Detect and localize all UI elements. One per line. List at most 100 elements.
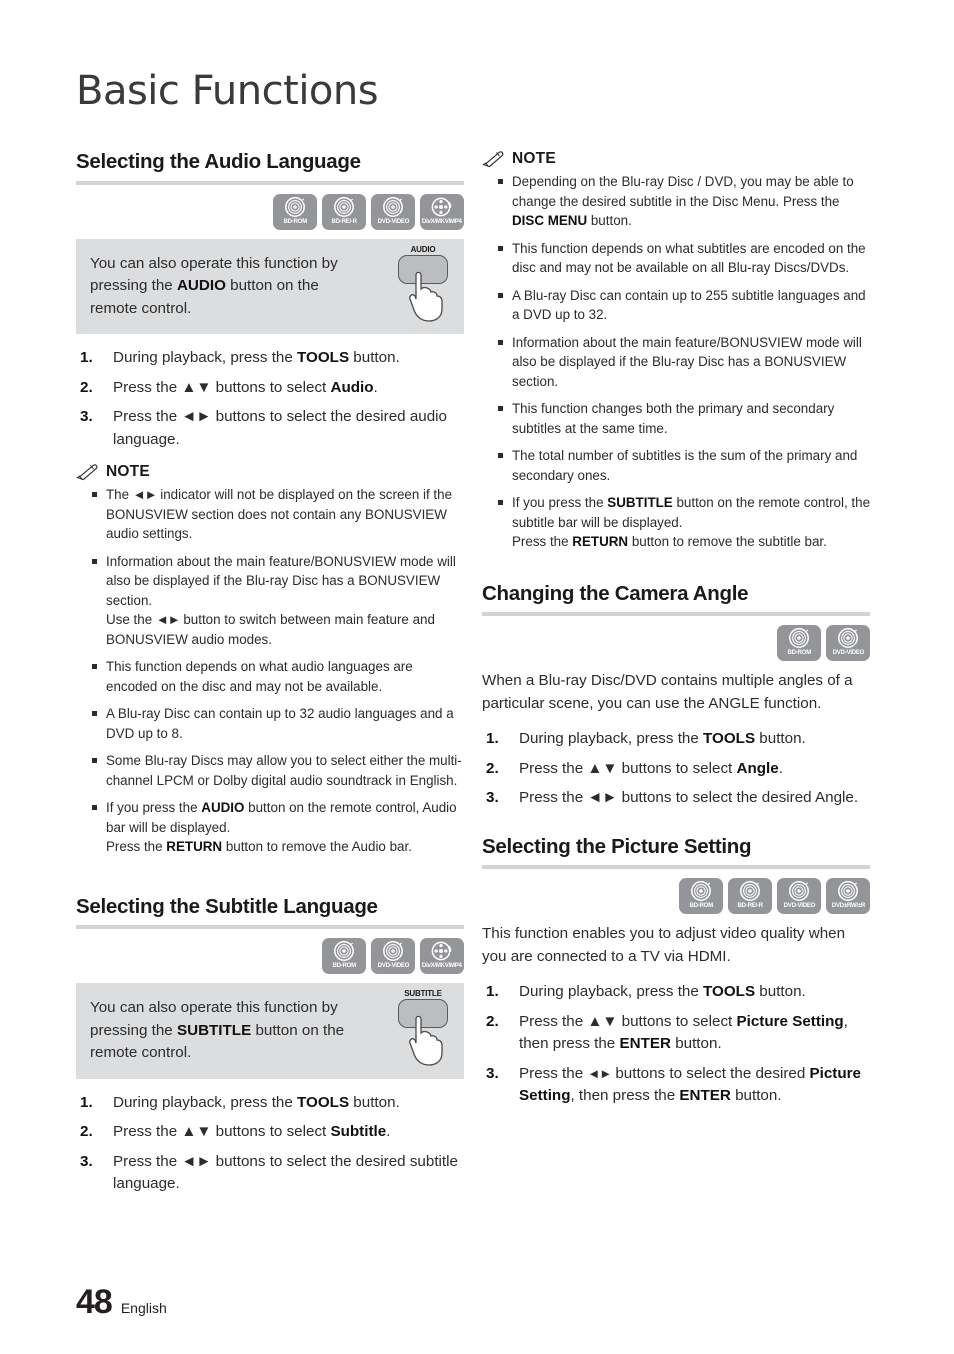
disc-icon-row-subtitle: BD-ROM DVD-VIDEO DivX/MKV/MP4 — [76, 938, 464, 975]
disc-icon-label: DVD-VIDEO — [377, 217, 409, 225]
page-number: 48 — [76, 1283, 113, 1321]
disc-icon-label: DVD-VIDEO — [783, 902, 815, 910]
step-item: 2. Press the ▲▼ buttons to select Angle. — [486, 759, 783, 777]
step-item: 1. During playback, press the TOOLS butto… — [486, 730, 806, 748]
note-label: NOTE — [512, 150, 556, 167]
note-item: The ◄► indicator will not be displayed o… — [76, 485, 464, 544]
disc-icon-label: DVD-VIDEO — [832, 649, 864, 657]
section-intro-picture: This function enables you to adjust vide… — [482, 925, 846, 965]
manual-page: Basic Functions Selecting the Audio Lang… — [0, 0, 954, 1354]
pressing-hand-icon — [409, 1015, 443, 1066]
disc-icon-bd-rom: BD-ROM — [322, 938, 366, 975]
disc-icon-bd-rom: BD-ROM — [777, 625, 821, 662]
disc-icon — [837, 880, 859, 902]
disc-icon — [739, 880, 761, 902]
section-picture-setting: Selecting the Picture Setting BD-ROM BD-… — [482, 835, 870, 1108]
step-item: 1. During playback, press the TOOLS butto… — [80, 349, 400, 367]
disc-icon-row-picture: BD-ROM BD-RE/-R DVD-VIDEO DVD±RW/±R — [482, 878, 870, 915]
note-block-subtitle: NOTE Depending on the Blu-ray Disc / DVD… — [482, 150, 870, 552]
note-item: This function depends on what audio lang… — [76, 657, 464, 696]
film-reel-icon — [431, 196, 453, 218]
section-subtitle-language: Selecting the Subtitle Language BD-ROM D… — [76, 895, 464, 1196]
note-item: Information about the main feature/BONUS… — [76, 552, 464, 650]
disc-icon-dvd-rw-r: DVD±RW/±R — [826, 878, 870, 915]
pressing-hand-icon — [409, 271, 443, 322]
note-item: Information about the main feature/BONUS… — [482, 333, 870, 392]
disc-icon-label: DivX/MKV/MP4 — [422, 217, 462, 225]
steps-subtitle: 1. During playback, press the TOOLS butto… — [76, 1092, 464, 1196]
disc-icon — [837, 627, 859, 649]
heading-rule — [482, 612, 870, 617]
left-column: Selecting the Audio Language BD-ROM BD-R… — [76, 150, 464, 1203]
steps-angle: 1. During playback, press the TOOLS butto… — [482, 728, 870, 810]
note-item: Some Blu-ray Discs may allow you to sele… — [76, 751, 464, 790]
disc-icon — [382, 196, 404, 218]
disc-icon-label: BD-ROM — [332, 962, 356, 970]
disc-icon-label: BD-RE/-R — [331, 217, 357, 225]
disc-icon-dvd-video: DVD-VIDEO — [371, 938, 415, 975]
step-item: 1. During playback, press the TOOLS butto… — [80, 1093, 400, 1111]
disc-icon-bd-rom: BD-ROM — [273, 193, 317, 230]
step-item: 2. Press the ▲▼ buttons to select Audio. — [80, 378, 378, 396]
note-item: This function depends on what subtitles … — [482, 239, 870, 278]
callout-audio-remote: You can also operate this function by pr… — [76, 238, 464, 335]
disc-icon — [333, 940, 355, 962]
note-item: Depending on the Blu-ray Disc / DVD, you… — [482, 172, 870, 231]
disc-icon — [333, 196, 355, 218]
disc-icon — [284, 196, 306, 218]
remote-button-label: SUBTITLE — [404, 989, 442, 999]
disc-icon-bd-rom: BD-ROM — [679, 878, 723, 915]
disc-icon-bd-re-r: BD-RE/-R — [322, 193, 366, 230]
callout-text: You can also operate this function by pr… — [90, 999, 345, 1062]
note-header: NOTE — [76, 463, 464, 481]
note-block-audio: NOTE The ◄► indicator will not be displa… — [76, 463, 464, 857]
step-item: 1. During playback, press the TOOLS butto… — [486, 983, 806, 1001]
page-language: English — [120, 1300, 167, 1316]
section-heading-subtitle: Selecting the Subtitle Language — [76, 894, 378, 918]
page-title: Basic Functions — [76, 68, 379, 114]
disc-icon-row-audio: BD-ROM BD-RE/-R DVD-VIDEO DivX/MKV/MP4 — [76, 193, 464, 230]
step-item: 3. Press the ◄► buttons to select the des… — [486, 789, 859, 807]
disc-icon-label: DivX/MKV/MP4 — [422, 962, 462, 970]
disc-icon — [788, 880, 810, 902]
disc-icon-divx: DivX/MKV/MP4 — [420, 193, 464, 230]
disc-icon-row-angle: BD-ROM DVD-VIDEO — [482, 625, 870, 662]
heading-rule — [76, 180, 464, 185]
disc-icon-label: BD-RE/-R — [737, 902, 763, 910]
disc-icon — [788, 627, 810, 649]
disc-icon-dvd-video: DVD-VIDEO — [826, 625, 870, 662]
note-list-audio: The ◄► indicator will not be displayed o… — [76, 485, 464, 857]
remote-button-label: AUDIO — [410, 244, 436, 254]
disc-icon-label: DVD-VIDEO — [377, 962, 409, 970]
section-heading-angle: Changing the Camera Angle — [482, 581, 749, 605]
section-camera-angle: Changing the Camera Angle BD-ROM DVD-VID… — [482, 582, 870, 810]
step-item: 3. Press the ◄► buttons to select the des… — [80, 408, 447, 448]
pencil-icon — [76, 463, 98, 480]
step-item: 3. Press the ◄► buttons to select the des… — [80, 1152, 458, 1193]
right-column: NOTE Depending on the Blu-ray Disc / DVD… — [482, 150, 870, 1115]
section-intro-angle: When a Blu-ray Disc/DVD contains multipl… — [482, 672, 853, 712]
note-item: If you press the SUBTITLE button on the … — [482, 493, 870, 552]
note-item: The total number of subtitles is the sum… — [482, 446, 870, 485]
note-item: A Blu-ray Disc can contain up to 255 sub… — [482, 286, 870, 325]
disc-icon-bd-re-r: BD-RE/-R — [728, 878, 772, 915]
step-item: 2. Press the ▲▼ buttons to select Picture… — [486, 1012, 848, 1053]
section-heading-audio: Selecting the Audio Language — [76, 150, 361, 173]
disc-icon-dvd-video: DVD-VIDEO — [777, 878, 821, 915]
step-item: 3. Press the ◄► buttons to select the des… — [486, 1064, 862, 1105]
section-heading-picture: Selecting the Picture Setting — [482, 834, 752, 858]
steps-picture: 1. During playback, press the TOOLS butto… — [482, 981, 870, 1108]
note-list-subtitle: Depending on the Blu-ray Disc / DVD, you… — [482, 172, 870, 552]
film-reel-icon — [431, 940, 453, 962]
disc-icon-label: DVD±RW/±R — [831, 902, 865, 910]
note-label: NOTE — [106, 463, 150, 481]
note-item: This function changes both the primary a… — [482, 399, 870, 438]
disc-icon-divx: DivX/MKV/MP4 — [420, 938, 464, 975]
disc-icon — [382, 940, 404, 962]
disc-icon-label: BD-ROM — [787, 649, 811, 657]
page-footer: 48 English — [76, 1283, 167, 1322]
step-item: 2. Press the ▲▼ buttons to select Subtitl… — [80, 1123, 391, 1141]
